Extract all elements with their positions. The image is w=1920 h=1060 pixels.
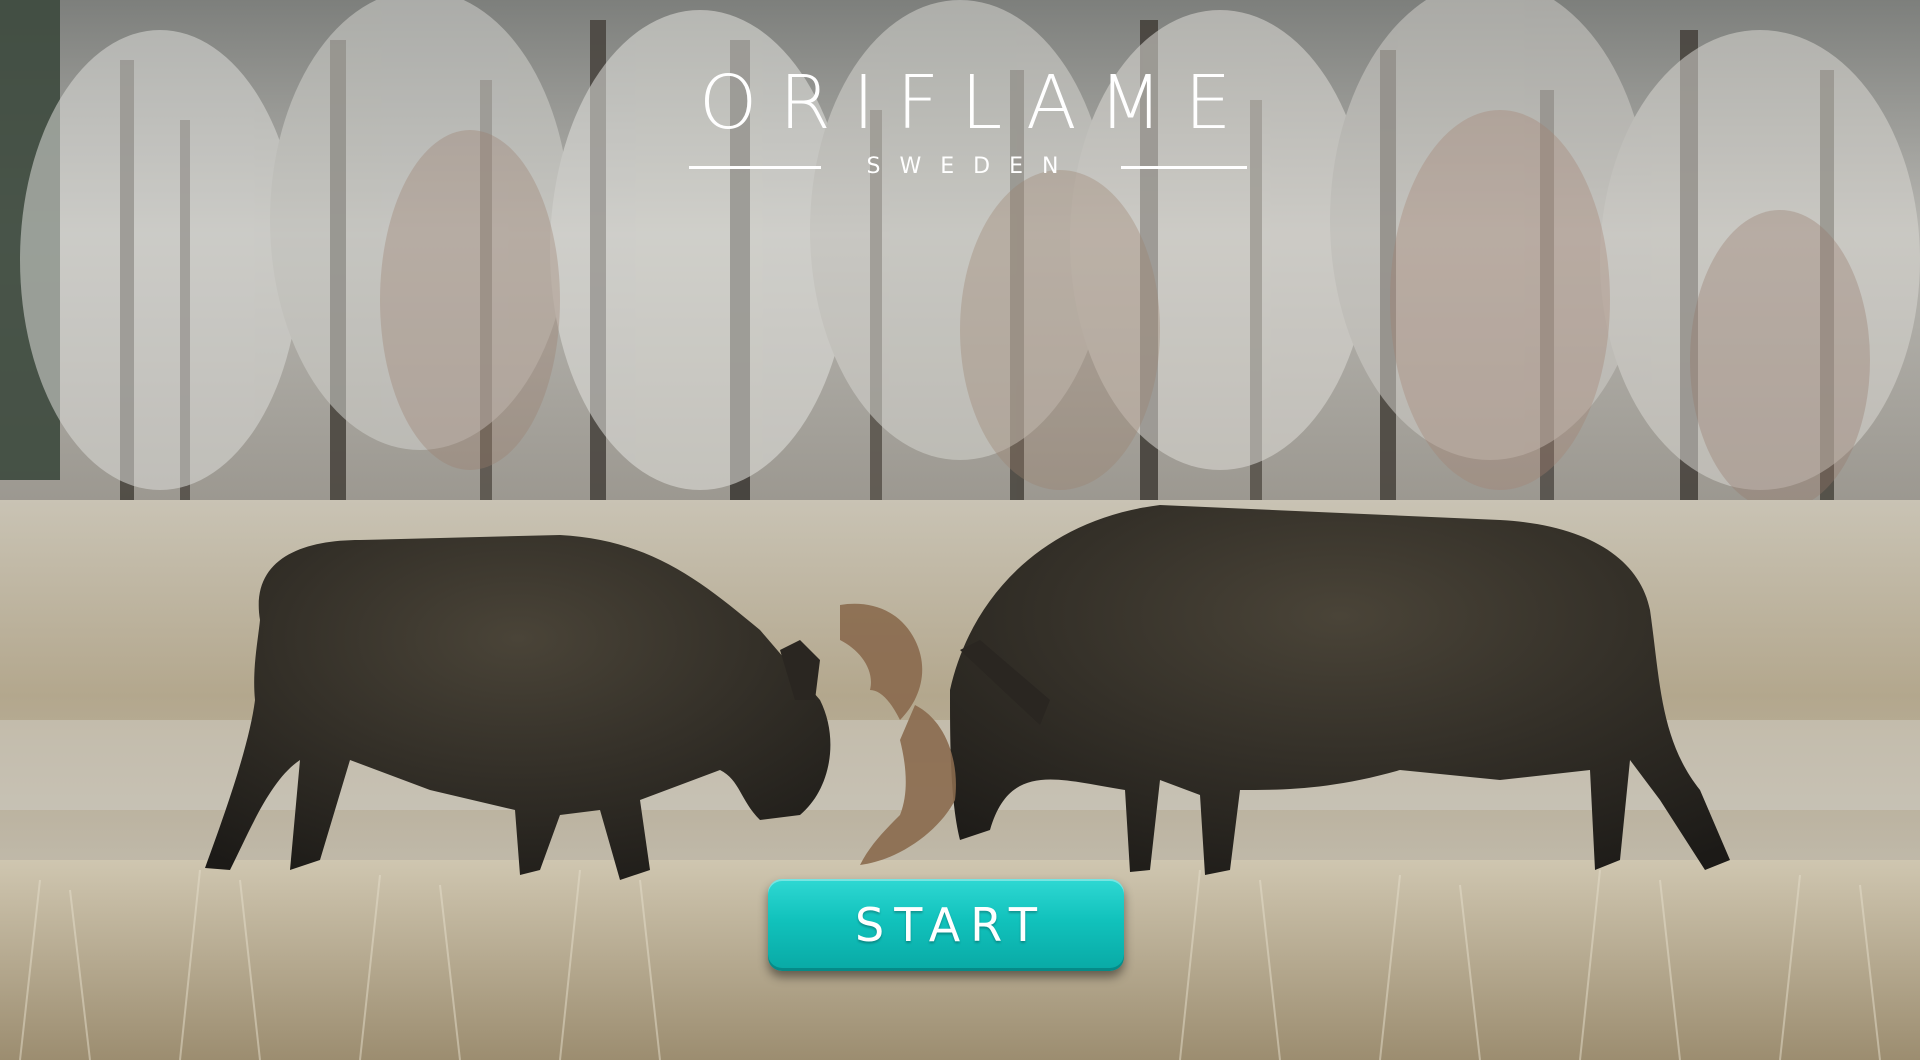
start-button[interactable]: START [768, 879, 1124, 971]
logo-tagline-row: SWEDEN [683, 152, 1247, 182]
game-start-screen: ORIFLAME SWEDEN START [0, 0, 1920, 1060]
logo-brand: ORIFLAME [699, 60, 1254, 146]
logo-rule-right [1121, 166, 1247, 169]
oriflame-logo: ORIFLAME SWEDEN [683, 64, 1247, 184]
